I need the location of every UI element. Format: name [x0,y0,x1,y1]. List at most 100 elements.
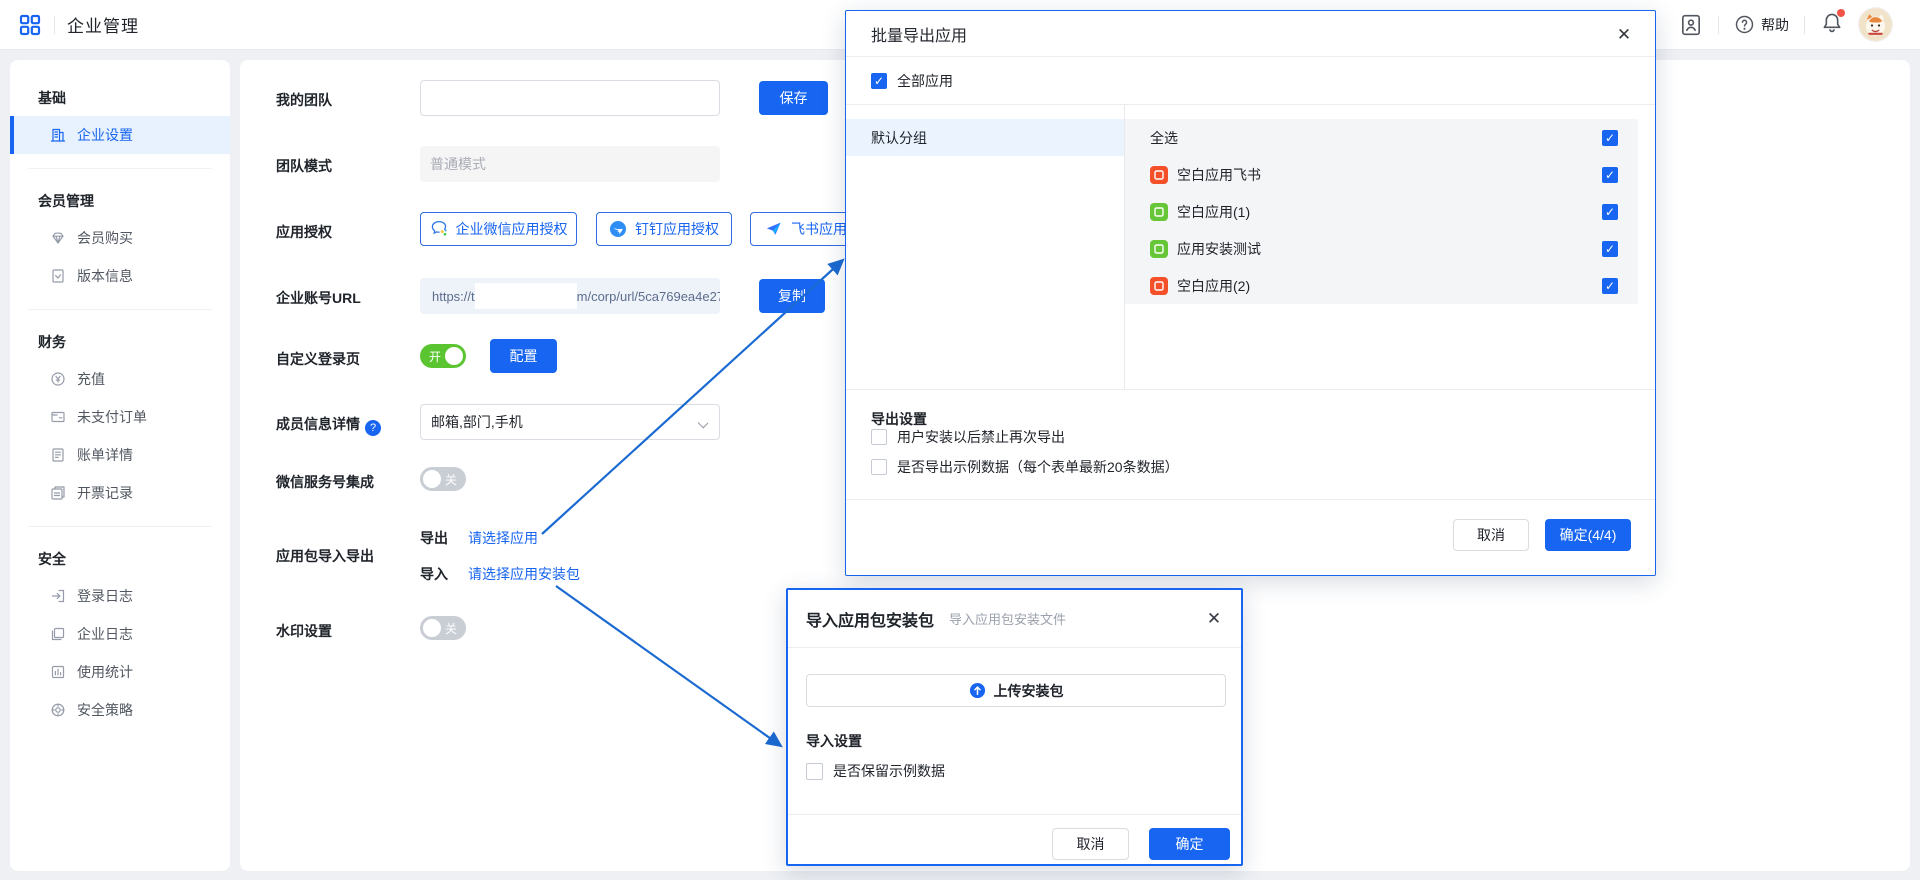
export-sublabel: 导出 [420,528,448,548]
app-row[interactable]: 空白应用(2) [1125,267,1638,304]
export-dialog-title: 批量导出应用 [871,22,967,46]
app-checkbox[interactable] [1602,278,1618,294]
my-team-input[interactable] [420,80,720,116]
user-avatar[interactable] [1859,8,1892,41]
group-item-default[interactable]: 默认分组 [846,119,1124,156]
select-all-row[interactable]: 全选 [1125,119,1638,156]
invoice-icon [50,485,66,501]
sidebar-section-title: 安全 [10,541,230,577]
sidebar-item-使用统计[interactable]: 使用统计 [10,653,230,691]
app-row[interactable]: 空白应用飞书 [1125,156,1638,193]
sidebar-section: 基础 企业设置 [10,68,230,169]
all-apps-row: 全部应用 [846,57,1655,105]
header-divider [1718,16,1719,34]
keep-sample-row: 是否保留示例数据 [806,761,945,781]
app-icon [1150,166,1168,184]
chevron-down-icon [698,418,709,429]
corp-log-icon [50,626,66,642]
cancel-button[interactable]: 取消 [1052,828,1129,860]
help-button[interactable]: 帮助 [1734,14,1789,35]
sidebar-divider [28,168,212,169]
export-option-row: 用户安装以后禁止再次导出 [871,427,1065,447]
sidebar-item-label: 使用统计 [77,662,133,682]
sidebar-item-label: 企业日志 [77,624,133,644]
notification-bell[interactable] [1820,11,1844,38]
watermark-toggle[interactable]: 关 [420,616,466,640]
custom-login-label: 自定义登录页 [276,349,426,369]
sidebar-item-企业日志[interactable]: 企业日志 [10,615,230,653]
team-mode-label: 团队模式 [276,156,426,176]
export-select-app-link[interactable]: 请选择应用 [468,528,538,548]
all-apps-checkbox[interactable] [871,73,887,89]
app-grid-icon[interactable] [18,13,42,37]
version-icon [50,268,66,284]
confirm-button[interactable]: 确定 [1149,828,1230,860]
app-name: 空白应用飞书 [1177,165,1261,185]
sidebar-divider [28,526,212,527]
copy-button[interactable]: 复制 [759,279,825,313]
import-dialog-subtitle: 导入应用包安装文件 [949,609,1066,628]
sidebar-item-安全策略[interactable]: 安全策略 [10,691,230,729]
sidebar-item-账单详情[interactable]: 账单详情 [10,436,230,474]
wechat-work-icon [430,220,448,238]
import-sublabel: 导入 [420,564,448,584]
security-policy-icon [50,702,66,718]
sidebar-item-label: 登录日志 [77,586,133,606]
sidebar-item-版本信息[interactable]: 版本信息 [10,257,230,295]
sidebar-item-未支付订单[interactable]: 未支付订单 [10,398,230,436]
member-info-select[interactable]: 邮箱,部门,手机 [420,404,720,440]
app-name: 空白应用(2) [1177,276,1250,296]
app-checkbox[interactable] [1602,204,1618,220]
wechat-service-toggle[interactable]: 关 [420,467,466,491]
upload-package-button[interactable]: 上传安装包 [806,674,1226,707]
recharge-icon [50,371,66,387]
app-checkbox[interactable] [1602,241,1618,257]
watermark-label: 水印设置 [276,621,426,641]
app-checkbox[interactable] [1602,167,1618,183]
app-name: 应用安装测试 [1177,239,1261,259]
my-team-label: 我的团队 [276,90,426,110]
contacts-icon[interactable] [1679,13,1703,37]
page-title: 企业管理 [67,12,139,37]
save-button[interactable]: 保存 [759,81,828,115]
corp-url-prefix: https://t [432,289,475,304]
app-row[interactable]: 应用安装测试 [1125,230,1638,267]
sidebar-section: 财务 充值 未支付订单 账单详情 开票记录 [10,312,230,527]
app-auth-button-label: 企业微信应用授权 [456,219,568,239]
login-log-icon [50,588,66,604]
app-list: 全选 空白应用飞书 空白应用(1) 应用安装测试 空白应用(2) [1125,119,1638,304]
app-auth-button[interactable]: 企业微信应用授权 [420,212,577,246]
export-option-label: 用户安装以后禁止再次导出 [897,427,1065,447]
app-auth-button-label: 钉钉应用授权 [635,219,719,239]
sidebar-item-充值[interactable]: 充值 [10,360,230,398]
sidebar-item-label: 充值 [77,369,105,389]
custom-login-toggle[interactable]: 开 [420,344,466,368]
config-button[interactable]: 配置 [490,339,557,373]
upload-icon [969,682,986,699]
team-mode-input [420,146,720,182]
export-option-checkbox[interactable] [871,459,887,475]
cancel-button[interactable]: 取消 [1453,519,1529,551]
close-icon[interactable] [1205,610,1223,628]
import-select-package-link[interactable]: 请选择应用安装包 [468,564,580,584]
help-icon [1734,14,1755,35]
export-option-row: 是否导出示例数据（每个表单最新20条数据） [871,457,1179,477]
close-icon[interactable] [1615,26,1633,44]
export-option-checkbox[interactable] [871,429,887,445]
sidebar-item-企业设置[interactable]: 企业设置 [10,116,230,154]
app-auth-button[interactable]: 钉钉应用授权 [596,212,732,246]
select-all-checkbox[interactable] [1602,130,1618,146]
header-divider [54,16,55,34]
sidebar-item-开票记录[interactable]: 开票记录 [10,474,230,512]
feishu-icon [765,220,783,238]
keep-sample-checkbox[interactable] [806,763,823,780]
bill-detail-icon [50,447,66,463]
unpaid-order-icon [50,409,66,425]
member-info-label: 成员信息详情 [276,414,426,436]
confirm-button[interactable]: 确定(4/4) [1545,519,1631,551]
member-info-help-icon[interactable] [365,420,381,436]
toggle-off-text: 关 [445,471,457,488]
app-row[interactable]: 空白应用(1) [1125,193,1638,230]
sidebar-item-会员购买[interactable]: 会员购买 [10,219,230,257]
sidebar-item-登录日志[interactable]: 登录日志 [10,577,230,615]
